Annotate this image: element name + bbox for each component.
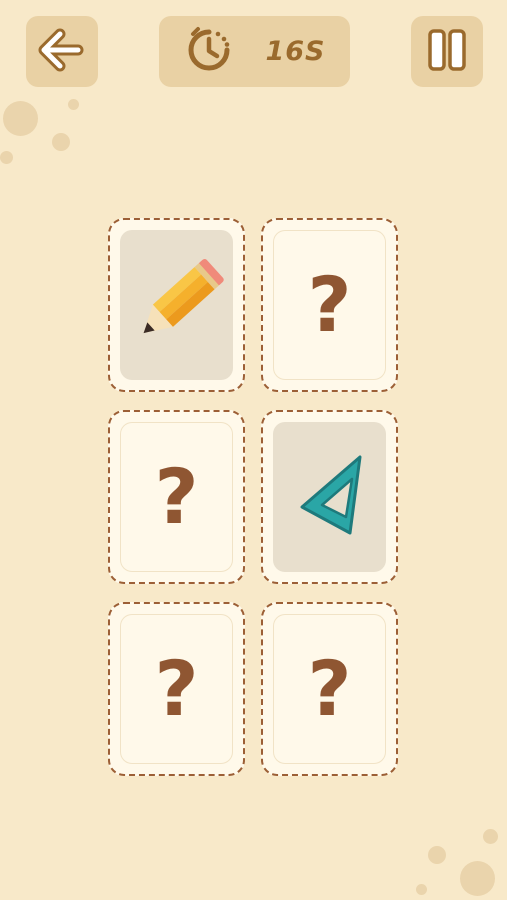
decor-dot	[416, 884, 427, 895]
pencil-icon	[127, 248, 227, 362]
card-face-hidden: ?	[273, 614, 386, 764]
back-button[interactable]	[26, 16, 98, 87]
decor-dot	[68, 99, 79, 110]
memory-card[interactable]: ?	[108, 602, 245, 776]
card-face-hidden: ?	[273, 230, 386, 380]
memory-card[interactable]	[108, 218, 245, 392]
pause-button[interactable]	[411, 16, 483, 87]
arrow-left-icon	[38, 28, 86, 76]
set-square-icon	[288, 445, 372, 549]
decor-dot	[483, 829, 498, 844]
question-mark: ?	[307, 644, 352, 733]
memory-card[interactable]: ?	[261, 602, 398, 776]
question-mark: ?	[154, 452, 199, 541]
card-face-hidden: ?	[120, 422, 233, 572]
card-face-hidden: ?	[120, 614, 233, 764]
card-face-revealed	[120, 230, 233, 380]
question-mark: ?	[307, 260, 352, 349]
stopwatch-icon	[183, 25, 235, 79]
decor-dot	[52, 133, 70, 151]
decor-dot	[460, 861, 495, 896]
decor-dot	[0, 151, 13, 164]
question-mark: ?	[154, 644, 199, 733]
card-face-revealed	[273, 422, 386, 572]
memory-card[interactable]	[261, 410, 398, 584]
pause-icon	[425, 28, 469, 76]
decor-dot	[3, 101, 38, 136]
timer-display: 16S	[159, 16, 350, 87]
memory-card[interactable]: ?	[261, 218, 398, 392]
memory-card[interactable]: ?	[108, 410, 245, 584]
timer-value: 16S	[265, 36, 326, 67]
decor-dot	[428, 846, 446, 864]
